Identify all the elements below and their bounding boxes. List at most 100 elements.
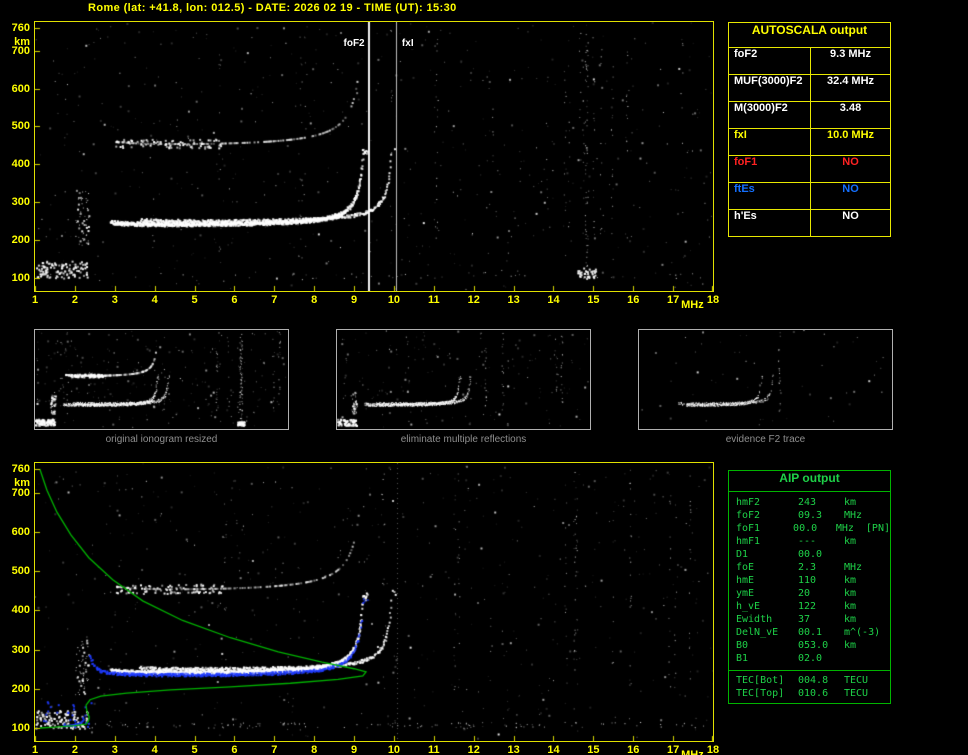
bottom-plot-x-tick-label: 2 — [71, 744, 78, 755]
top-plot-x-tick-label: 8 — [311, 294, 318, 306]
parameter-value: 9.3 MHz — [830, 48, 871, 60]
top-plot-y-tick-label: 500 — [11, 120, 30, 133]
aip-table-row: DelN_vE 00.1 m^(-3) — [736, 626, 890, 639]
bottom-plot-x-tick-label: 4 — [151, 744, 158, 755]
aip-parameter-unit: km — [844, 536, 857, 547]
aip-parameter-name: hmE — [736, 575, 755, 586]
aip-parameter-value: 00.0 — [793, 523, 818, 534]
aip-parameter-value: --- — [798, 536, 817, 547]
thumbnail-canvas-2 — [639, 330, 892, 429]
bottom-plot-y-tick-label: 300 — [11, 643, 30, 656]
aip-parameter-unit: MHz — [844, 510, 863, 521]
autoscala-output-table: AUTOSCALA output foF2 9.3 MHz MUF(3000)F2 32… — [728, 22, 891, 237]
bottom-plot-x-tick-label: 12 — [467, 744, 480, 755]
top-plot-x-tick-label: 17 — [666, 294, 680, 306]
bottom-plot-x-tick-label: 5 — [191, 744, 198, 755]
aip-table-row: foE 2.3 MHz — [736, 561, 890, 574]
aip-parameter-name: hmF2 — [736, 497, 761, 508]
parameter-name: M(3000)F2 — [729, 102, 811, 128]
aip-parameter-value: 110 — [798, 575, 817, 586]
aip-table-row: foF2 09.3 MHz — [736, 509, 890, 522]
aip-parameter-name: D1 — [736, 549, 749, 560]
foF2-line-label: foF2 — [333, 38, 366, 49]
tec-name: TEC[Top] — [736, 688, 785, 699]
top-plot-x-tick-label: 13 — [507, 294, 520, 306]
tec-value: 004.8 — [798, 675, 829, 686]
top-plot-x-tick-label: 4 — [151, 294, 158, 306]
aip-parameter-unit: km — [844, 614, 857, 625]
aip-parameter-value: 02.0 — [798, 653, 823, 664]
bottom-plot-y-tick-label: 600 — [11, 525, 30, 538]
bottom-plot-x-tick-label: 15 — [587, 744, 600, 755]
aip-output-table: AIP output hmF2 243 km foF2 09.3 MHz foF1 00.0 MH… — [728, 470, 891, 704]
aip-table-row: Ewidth 37 km — [736, 613, 890, 626]
top-plot-y-tick-label: 100 — [11, 272, 30, 284]
autoscala-table-row: foF1 NO — [729, 156, 890, 183]
page-title: Rome (lat: +41.8, lon: 012.5) - DATE: 20… — [88, 2, 457, 14]
thumbnail-canvas-1 — [337, 330, 590, 429]
autoscala-table-row: ftEs NO — [729, 183, 890, 210]
parameter-name: foF2 — [729, 48, 811, 74]
aip-table-row: B1 02.0 — [736, 652, 890, 665]
aip-parameter-value: 243 — [798, 497, 817, 508]
thumbnail-caption: original ionogram resized — [105, 434, 218, 445]
parameter-name: fxI — [729, 129, 811, 155]
aip-table-row: D1 00.0 — [736, 548, 890, 561]
autoscala-table-row: M(3000)F2 3.48 — [729, 102, 890, 129]
top-plot-x-tick-label: 6 — [231, 294, 238, 306]
aip-table-row: foF1 00.0 MHz [PN] — [736, 522, 890, 535]
parameter-value: 10.0 MHz — [826, 129, 875, 141]
bottom-plot-y-tick-label: 200 — [11, 682, 30, 695]
parameter-value: NO — [842, 156, 859, 168]
parameter-value: 3.48 — [839, 102, 862, 114]
top-plot-y-tick-label: 600 — [11, 82, 30, 95]
bottom-plot-x-tick-label: 17 — [666, 744, 680, 755]
aip-parameter-unit: km — [844, 640, 857, 651]
aip-parameter-value: 00.1 — [798, 627, 823, 638]
bottom-plot-y-unit-label: km — [14, 477, 30, 489]
ionogram-bottom-plot — [34, 462, 714, 742]
aip-parameter-value: 20 — [798, 588, 811, 599]
aip-parameter-name: ymE — [736, 588, 755, 599]
aip-table-row: B0 053.0 km — [736, 639, 890, 652]
parameter-value: NO — [842, 210, 859, 222]
aip-parameter-unit: MHz — [844, 562, 863, 573]
aip-parameter-name: hmF1 — [736, 536, 761, 547]
bottom-plot-x-tick-label: 7 — [271, 744, 278, 755]
aip-tec-row: TEC[Bot] 004.8 TECU — [736, 674, 890, 687]
aip-parameter-name: foE — [736, 562, 755, 573]
parameter-name: MUF(3000)F2 — [729, 75, 811, 101]
aip-parameter-name: DelN_vE — [736, 627, 779, 638]
autoscala-table-row: MUF(3000)F2 32.4 MHz — [729, 75, 890, 102]
bottom-plot-x-tick-label: 16 — [627, 744, 640, 755]
aip-parameter-unit: km — [844, 601, 857, 612]
aip-parameter-name: foF2 — [736, 510, 761, 521]
autoscala-window: Rome (lat: +41.8, lon: 012.5) - DATE: 20… — [0, 0, 968, 755]
bottom-plot-x-unit-label: MHz — [681, 749, 704, 755]
thumbnail-0 — [34, 329, 289, 430]
fxI-line-label: fxI — [400, 38, 415, 49]
top-plot-x-tick-label: 14 — [547, 294, 560, 306]
top-plot-x-tick-label: 18 — [706, 294, 720, 306]
bottom-plot-x-tick-label: 13 — [507, 744, 520, 755]
top-plot-x-tick-label: 16 — [627, 294, 640, 306]
ionogram-top-canvas — [35, 22, 713, 291]
top-plot-x-tick-label: 7 — [271, 294, 278, 306]
top-plot-x-tick-label: 5 — [191, 294, 198, 306]
thumbnail-caption: evidence F2 trace — [725, 434, 806, 445]
bottom-plot-x-tick-label: 11 — [427, 744, 440, 755]
top-plot-y-tick-label: 400 — [11, 158, 30, 171]
tec-value: 010.6 — [798, 688, 829, 699]
aip-parameter-unit: km — [844, 575, 857, 586]
autoscala-table-row: fxI 10.0 MHz — [729, 129, 890, 156]
bottom-plot-x-tick-label: 14 — [547, 744, 560, 755]
top-plot-x-tick-label: 12 — [467, 294, 480, 306]
bottom-plot-x-tick-label: 9 — [350, 744, 358, 755]
aip-parameter-unit: m^(-3) — [844, 627, 881, 638]
aip-table-row: hmF1 --- km — [736, 535, 890, 548]
aip-parameter-value: 122 — [798, 601, 817, 612]
aip-parameter-name: B1 — [736, 653, 749, 664]
aip-parameter-unit: MHz — [835, 523, 854, 534]
top-plot-x-tick-label: 9 — [350, 294, 358, 306]
tec-unit: TECU — [844, 675, 869, 686]
